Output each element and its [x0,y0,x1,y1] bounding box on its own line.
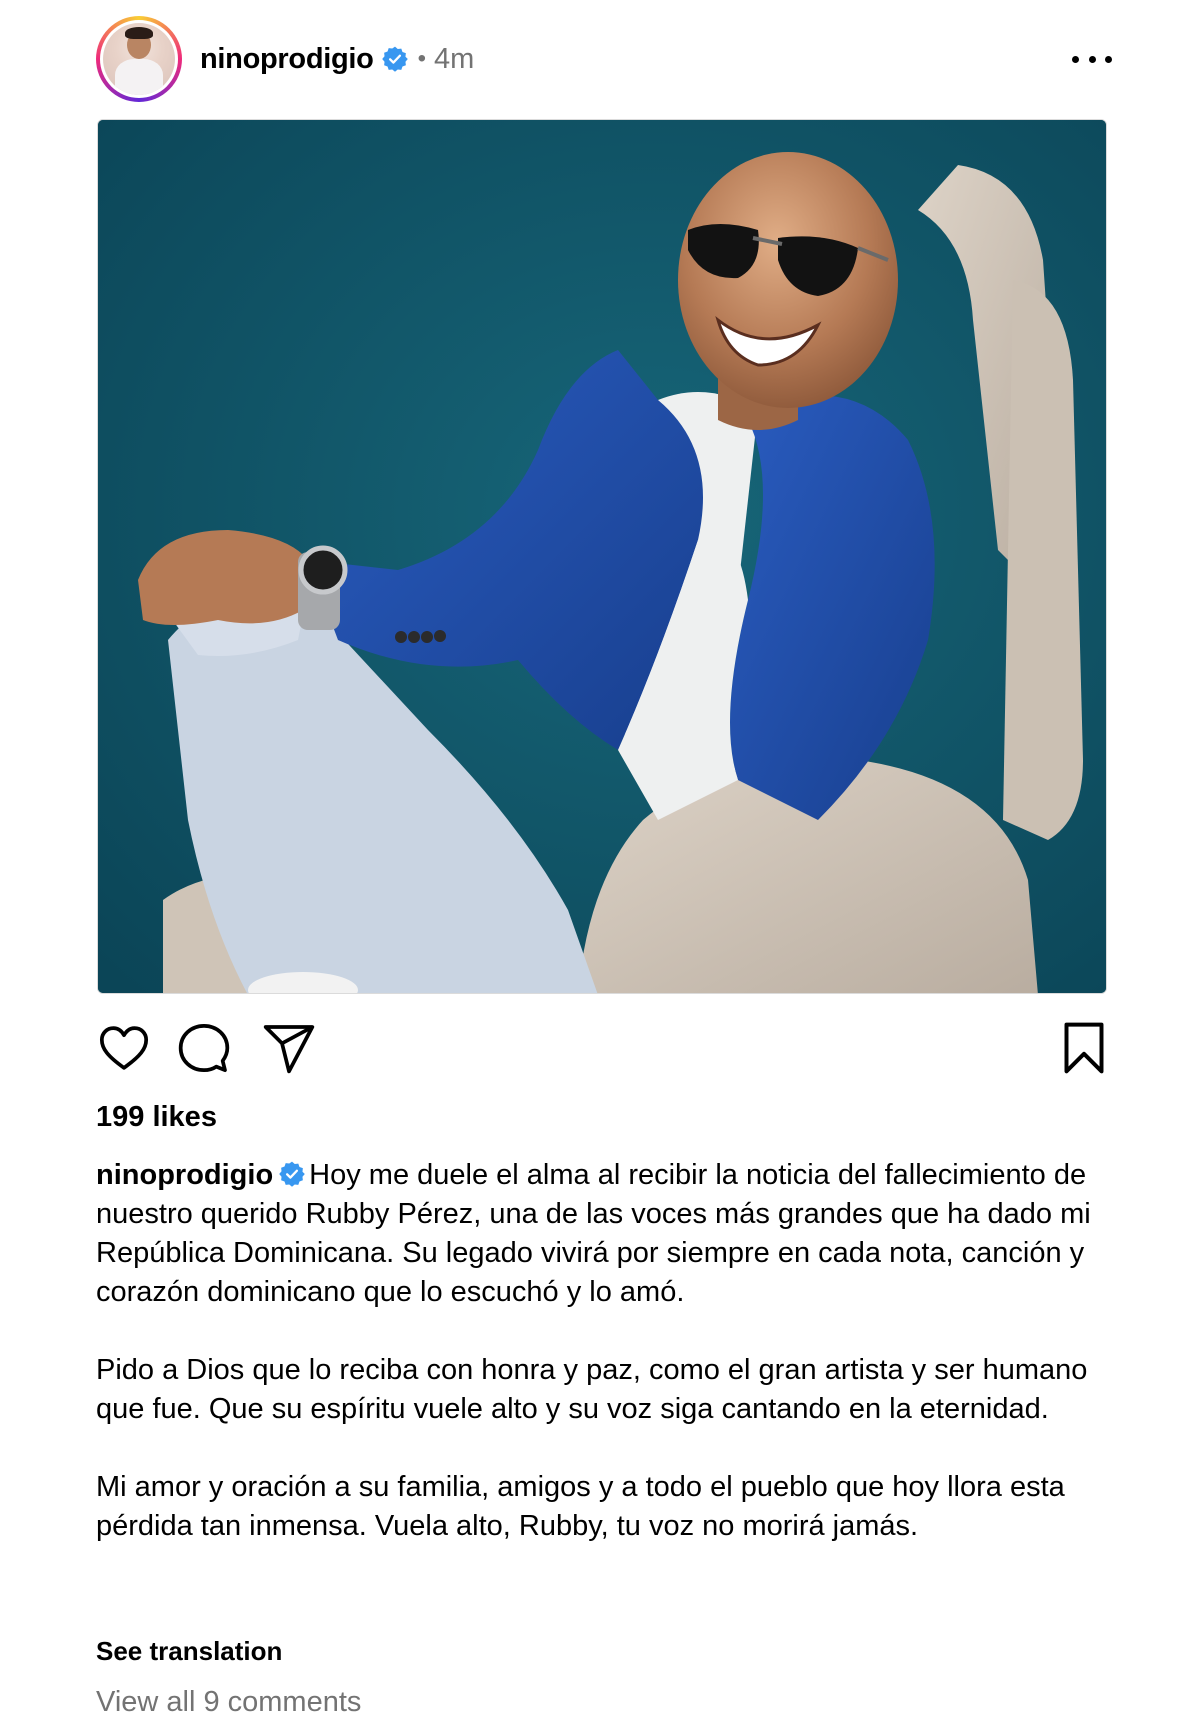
separator-dot: • [417,45,426,72]
instagram-post: ninoprodigio • 4m 199 likes ninoprodigio… [0,0,1200,1722]
caption-username-link[interactable]: ninoprodigio [96,1159,273,1191]
view-comments-link[interactable]: View all 9 comments [96,1686,361,1719]
username-link[interactable]: ninoprodigio [200,43,374,76]
caption-paragraph: ninoprodigio Hoy me duele el alma al reci… [96,1156,1116,1312]
head [678,152,898,408]
story-ring[interactable] [96,16,182,102]
post-time[interactable]: 4m [434,43,474,76]
post-header: ninoprodigio • 4m [96,14,1112,104]
paper-plane-icon[interactable] [261,1020,317,1076]
avatar[interactable] [103,23,175,95]
see-translation-link[interactable]: See translation [96,1636,282,1667]
bookmark-icon[interactable] [1056,1020,1112,1076]
caption-paragraph: Mi amor y oración a su familia, amigos y… [96,1471,1065,1542]
action-bar [96,1020,1112,1076]
heart-icon[interactable] [96,1020,152,1076]
more-options-icon[interactable] [1072,44,1112,74]
comment-icon[interactable] [176,1020,232,1076]
verified-badge-icon [279,1159,305,1187]
post-image[interactable] [97,119,1107,994]
caption-paragraph: Pido a Dios que lo reciba con honra y pa… [96,1354,1088,1425]
verified-badge-icon [381,46,408,72]
post-image-illustration [98,120,1106,993]
likes-count[interactable]: 199 likes [96,1101,217,1134]
post-caption: ninoprodigio Hoy me duele el alma al reci… [96,1156,1116,1546]
